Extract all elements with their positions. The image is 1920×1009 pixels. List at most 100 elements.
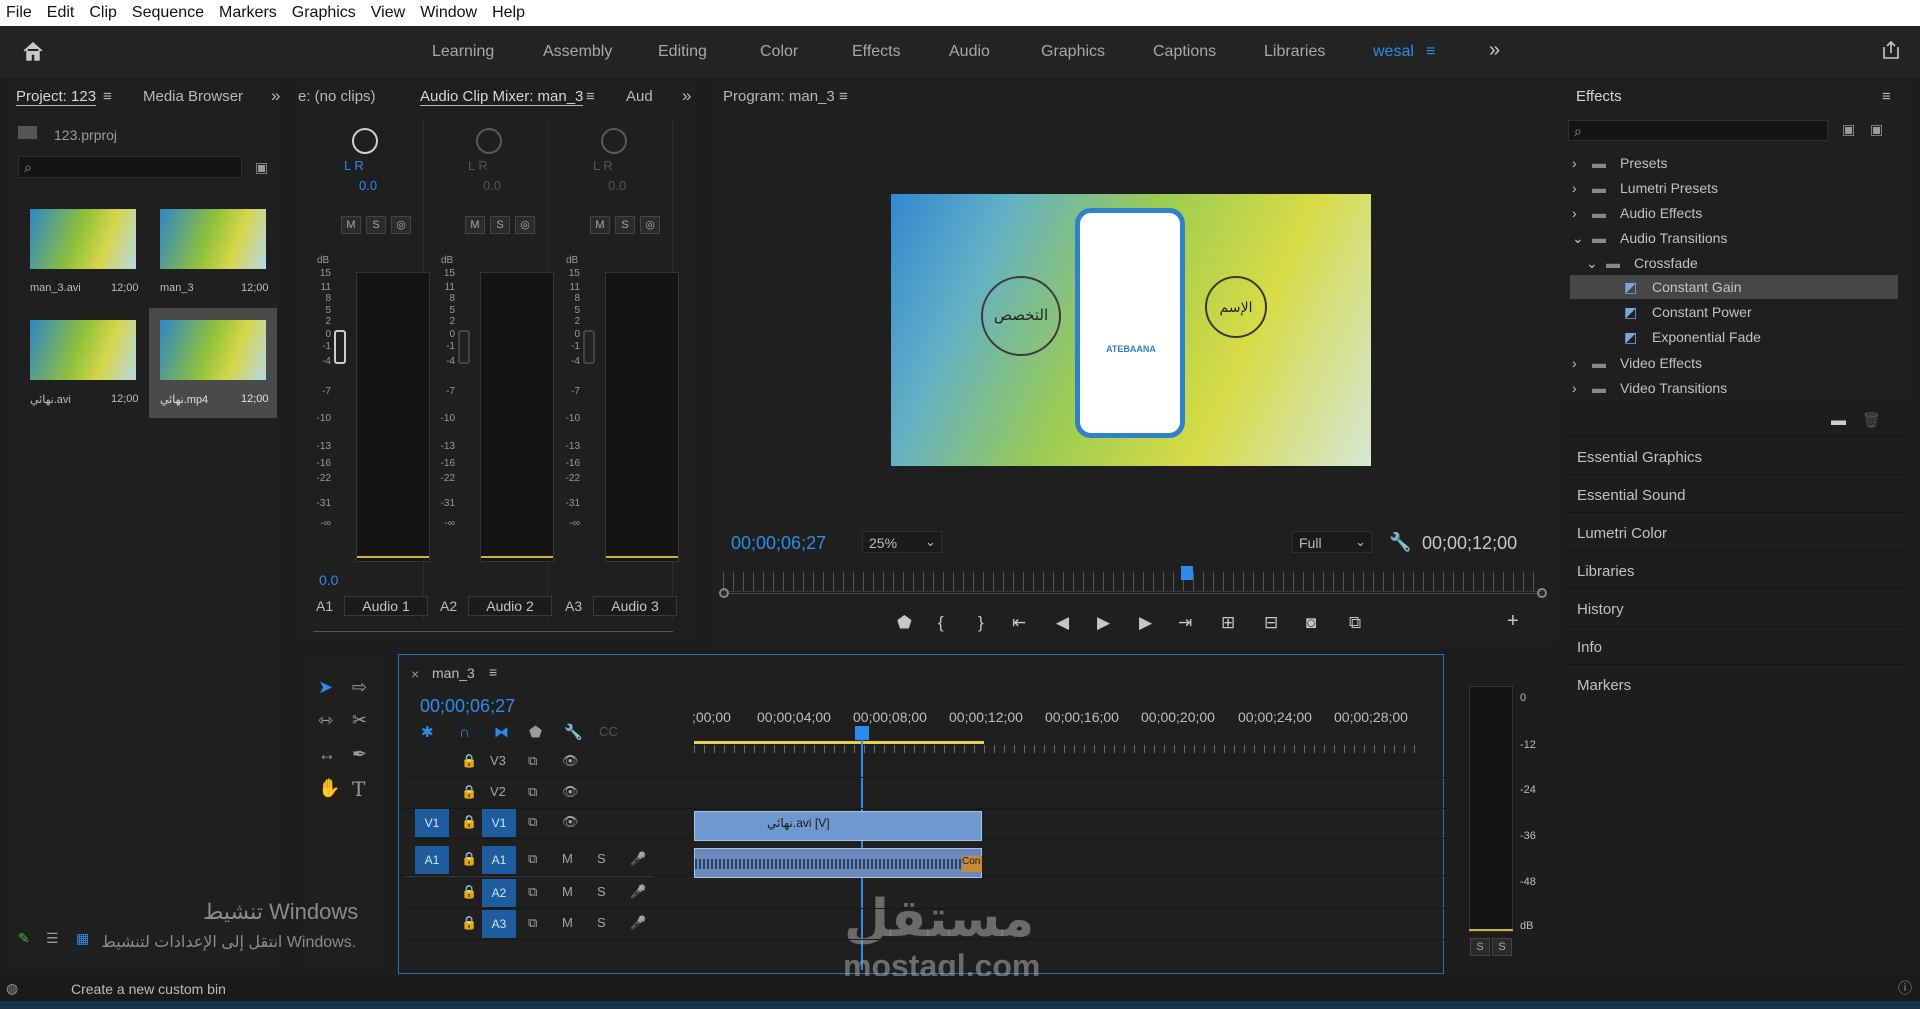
sync-lock-icon[interactable]: ⧉ <box>528 753 537 769</box>
pan-knob[interactable] <box>601 128 627 154</box>
mute-button[interactable]: M <box>562 851 573 866</box>
share-icon[interactable] <box>1880 39 1902 61</box>
tab-source[interactable]: e: (no clips) <box>298 88 376 105</box>
track-select-tool-icon[interactable]: ⇨ <box>352 678 367 696</box>
lock-icon[interactable]: 🔒 <box>461 884 477 900</box>
pan-value[interactable]: 0.0 <box>483 178 501 193</box>
panel-essential-sound[interactable]: Essential Sound <box>1568 474 1904 510</box>
lock-icon[interactable]: 🔒 <box>461 851 477 867</box>
workspace-learning[interactable]: Learning <box>432 43 494 61</box>
panel-history[interactable]: History <box>1568 588 1904 624</box>
track-target[interactable]: V1 <box>482 809 516 837</box>
scroll-handle-right[interactable] <box>1537 588 1547 598</box>
new-bin-icon[interactable]: ▬ <box>1831 413 1846 428</box>
sync-lock-icon[interactable]: ⧉ <box>528 814 537 830</box>
panel-libraries[interactable]: Libraries <box>1568 550 1904 586</box>
scroll-handle-left[interactable] <box>719 588 729 598</box>
workspace-effects[interactable]: Effects <box>852 43 901 61</box>
ripple-edit-tool-icon[interactable]: ⇿ <box>318 711 333 729</box>
track-target[interactable]: A3 <box>482 910 516 938</box>
snap-icon[interactable]: ∩ <box>459 725 470 740</box>
quality-select[interactable]: Full ⌄ <box>1292 531 1372 553</box>
effects-item-constant-power[interactable]: ◩ Constant Power <box>1572 300 1752 324</box>
track-name[interactable]: Audio 1 <box>344 596 428 616</box>
mic-icon[interactable]: 🎤 <box>630 915 646 931</box>
play-icon[interactable]: ▶ <box>1097 613 1110 633</box>
mic-icon[interactable]: 🎤 <box>630 884 646 900</box>
effects-item-video-transitions[interactable]: › ▬ Video Transitions <box>1572 376 1727 400</box>
volume-fader[interactable] <box>458 330 470 364</box>
effects-item-presets[interactable]: › ▬ Presets <box>1572 151 1667 175</box>
panel-overflow-icon[interactable]: » <box>271 86 280 106</box>
mixer-menu-icon[interactable]: ≡ <box>586 88 595 105</box>
project-item[interactable]: man_3 12;00 <box>158 207 272 297</box>
source-patch[interactable]: A1 <box>415 846 449 874</box>
panel-essential-graphics[interactable]: Essential Graphics <box>1568 436 1904 472</box>
lift-icon[interactable]: ⊞ <box>1221 613 1235 633</box>
menu-help[interactable]: Help <box>492 4 525 22</box>
volume-fader[interactable] <box>583 330 595 364</box>
go-to-in-icon[interactable]: ⇤ <box>1012 613 1026 633</box>
delete-icon[interactable]: 🗑 <box>1862 413 1881 428</box>
lock-icon[interactable]: 🔒 <box>461 753 477 769</box>
workspace-audio[interactable]: Audio <box>949 43 990 61</box>
effects-item-video-effects[interactable]: › ▬ Video Effects <box>1572 351 1702 375</box>
workspace-libraries[interactable]: Libraries <box>1264 43 1325 61</box>
project-search-input[interactable] <box>18 156 242 178</box>
audio-clip[interactable] <box>694 848 982 878</box>
pan-knob[interactable] <box>352 128 378 154</box>
home-icon[interactable] <box>22 40 44 62</box>
tab-audio-clip-mixer[interactable]: Audio Clip Mixer: man_3 <box>420 88 584 106</box>
solo-left-button[interactable]: S <box>1470 938 1490 956</box>
mic-icon[interactable]: 🎤 <box>630 851 646 867</box>
razor-tool-icon[interactable]: ✂ <box>352 711 367 729</box>
project-item-selected[interactable]: نهائي.mp4 12;00 <box>149 308 277 418</box>
type-tool-icon[interactable]: T <box>352 779 365 799</box>
compare-icon[interactable]: ⧉ <box>1349 613 1361 633</box>
go-to-out-icon[interactable]: ⇥ <box>1178 613 1192 633</box>
workspace-menu-icon[interactable]: ≡ <box>1426 43 1435 61</box>
workspace-assembly[interactable]: Assembly <box>543 43 612 61</box>
zoom-scrollbar[interactable] <box>723 593 1543 594</box>
track-target[interactable]: A2 <box>482 879 516 907</box>
captions-icon[interactable]: CC <box>599 725 618 738</box>
solo-button[interactable]: S <box>366 216 386 234</box>
icon-view-icon[interactable]: ▦ <box>76 931 89 945</box>
timeline-timecode[interactable]: 00;00;06;27 <box>420 696 515 717</box>
record-button[interactable]: ◎ <box>640 216 660 234</box>
effects-item-exponential-fade[interactable]: ◩ Exponential Fade <box>1572 325 1761 349</box>
step-back-icon[interactable]: ◀ <box>1056 613 1069 633</box>
menu-sequence[interactable]: Sequence <box>132 4 204 22</box>
mute-button[interactable]: M <box>590 216 610 234</box>
solo-button[interactable]: S <box>615 216 635 234</box>
panel-markers[interactable]: Markers <box>1568 664 1904 700</box>
pan-value[interactable]: 0.0 <box>608 178 626 193</box>
track-target[interactable]: A1 <box>482 846 516 874</box>
camera-icon[interactable]: ◙ <box>1306 613 1316 633</box>
lock-icon[interactable]: 🔒 <box>461 784 477 800</box>
mark-out-icon[interactable]: } <box>978 613 984 633</box>
effects-item-lumetri-presets[interactable]: › ▬ Lumetri Presets <box>1572 176 1718 200</box>
effects-item-audio-transitions[interactable]: ⌄ ▬ Audio Transitions <box>1572 226 1727 250</box>
pencil-icon[interactable]: ✎ <box>18 931 30 945</box>
panel-lumetri-color[interactable]: Lumetri Color <box>1568 512 1904 548</box>
menu-clip[interactable]: Clip <box>89 4 117 22</box>
timeline-settings-icon[interactable]: 🔧 <box>564 725 583 740</box>
effects-menu-icon[interactable]: ≡ <box>1882 88 1891 105</box>
close-icon[interactable]: × <box>411 667 419 681</box>
solo-button[interactable]: S <box>490 216 510 234</box>
solo-right-button[interactable]: S <box>1492 938 1512 956</box>
menu-graphics[interactable]: Graphics <box>292 4 356 22</box>
pen-tool-icon[interactable]: ✒ <box>352 745 367 763</box>
panel-overflow-icon[interactable]: » <box>682 86 691 106</box>
selection-tool-icon[interactable]: ➤ <box>318 678 333 696</box>
playhead[interactable] <box>1181 566 1193 580</box>
effects-item-crossfade[interactable]: ⌄ ▬ Crossfade <box>1572 251 1698 275</box>
mute-button[interactable]: M <box>562 915 573 930</box>
workspace-captions[interactable]: Captions <box>1153 43 1216 61</box>
workspace-graphics[interactable]: Graphics <box>1041 43 1105 61</box>
add-button-icon[interactable]: + <box>1507 610 1519 633</box>
slip-tool-icon[interactable]: ↔ <box>318 745 336 763</box>
record-button[interactable]: ◎ <box>391 216 411 234</box>
menu-window[interactable]: Window <box>420 4 477 22</box>
